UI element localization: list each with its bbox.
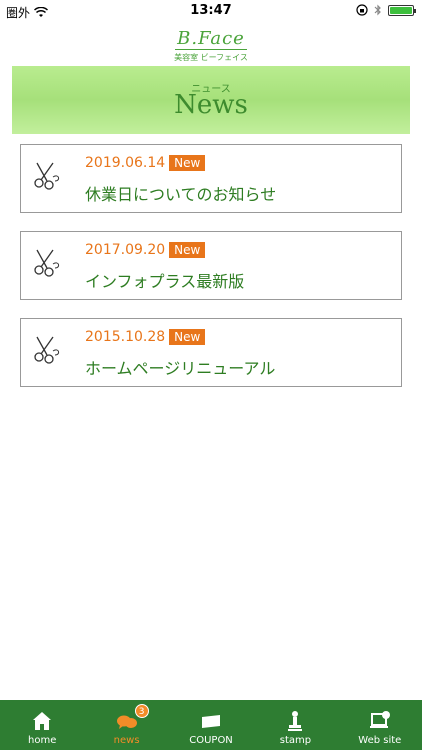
tab-home[interactable]: home: [0, 700, 84, 750]
news-item[interactable]: 2017.09.20 New インフォプラス最新版: [20, 231, 402, 300]
tab-coupon[interactable]: COUPON: [169, 700, 253, 750]
logo-subtitle: 美容室 ビーフェイス: [174, 53, 248, 62]
news-date-text: 2019.06.14: [85, 155, 166, 171]
tab-website-label: Web site: [358, 735, 402, 746]
news-date: 2019.06.14 New: [85, 155, 206, 171]
orientation-lock-icon: [356, 4, 368, 16]
logo-text: B.Face: [175, 28, 247, 50]
new-badge: New: [169, 242, 206, 258]
news-title: 休業日についてのお知らせ: [85, 185, 277, 204]
scissors-icon: [34, 336, 60, 364]
tab-news-label: news: [113, 735, 140, 746]
home-icon: [33, 712, 52, 730]
news-date: 2015.10.28 New: [85, 329, 206, 345]
news-item[interactable]: 2019.06.14 New 休業日についてのお知らせ: [20, 144, 402, 213]
tab-home-label: home: [28, 735, 57, 746]
news-title: ホームページリニューアル: [85, 359, 276, 378]
scissors-icon: [34, 249, 60, 277]
stamp-icon: [288, 711, 303, 731]
news-badge: 3: [134, 704, 149, 718]
news-title: インフォプラス最新版: [85, 272, 245, 291]
battery-full-icon: [388, 4, 416, 16]
bluetooth-icon: [374, 4, 381, 16]
news-date: 2017.09.20 New: [85, 242, 206, 258]
status-bar: 圏外 13:47: [0, 0, 422, 22]
banner-title: News: [174, 90, 248, 120]
new-badge: New: [169, 329, 206, 345]
news-date-text: 2017.09.20: [85, 242, 166, 258]
news-date-text: 2015.10.28: [85, 329, 166, 345]
tab-news[interactable]: 3 news: [84, 700, 168, 750]
new-badge: New: [169, 155, 206, 171]
news-banner: ニュース News: [12, 66, 410, 134]
status-right: [356, 4, 416, 16]
tab-website[interactable]: Web site: [338, 700, 422, 750]
tab-bar: home 3 news COUPON stamp Web site: [0, 700, 422, 750]
coupon-ticket-icon: [202, 715, 221, 728]
app-logo: B.Face 美容室 ビーフェイス: [0, 28, 422, 63]
tab-stamp-label: stamp: [279, 735, 312, 746]
scissors-icon: [34, 162, 60, 190]
chat-bubbles-icon: [116, 715, 137, 729]
news-item[interactable]: 2015.10.28 New ホームページリニューアル: [20, 318, 402, 387]
tab-coupon-label: COUPON: [189, 735, 233, 746]
web-browser-icon: [369, 711, 390, 728]
tab-stamp[interactable]: stamp: [253, 700, 337, 750]
